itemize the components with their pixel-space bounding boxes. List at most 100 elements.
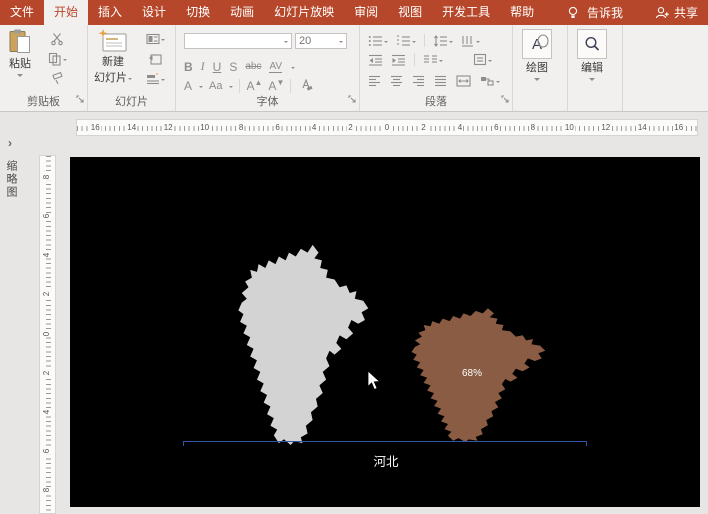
line-spacing-dropdown[interactable] xyxy=(449,41,453,45)
smartart-dropdown[interactable] xyxy=(496,81,500,85)
reset-button[interactable] xyxy=(146,51,164,66)
person-plus-icon xyxy=(655,6,670,20)
section-icon xyxy=(146,73,160,85)
grow-font-button[interactable]: A▲ xyxy=(246,78,262,93)
tab-5[interactable]: 动画 xyxy=(220,0,264,25)
layout-button[interactable] xyxy=(144,31,167,46)
tab-6[interactable]: 幻灯片放映 xyxy=(264,0,344,25)
text-direction-button[interactable] xyxy=(459,33,482,48)
tab-7[interactable]: 审阅 xyxy=(344,0,388,25)
scissors-icon xyxy=(50,32,64,46)
tell-me-button[interactable]: 告诉我 xyxy=(587,4,623,21)
paste-clipboard-icon xyxy=(8,29,32,55)
align-center-icon xyxy=(390,75,403,87)
paragraph-dialog-launcher[interactable] xyxy=(501,90,509,108)
numbering-button[interactable] xyxy=(394,33,418,48)
distribute-icon xyxy=(456,75,471,87)
font-size-combobox[interactable]: 20 xyxy=(295,33,347,49)
reset-icon xyxy=(148,52,162,66)
increase-indent-icon xyxy=(391,54,406,66)
font-group: 20 B I U S abc AV A Aa A▲ A▼ xyxy=(176,25,360,111)
text-shadow-button[interactable]: S xyxy=(229,60,237,74)
bullets-button[interactable] xyxy=(366,33,390,48)
thumbnails-pane-label[interactable]: 缩略图 xyxy=(3,160,19,199)
tab-4[interactable]: 切换 xyxy=(176,0,220,25)
columns-dropdown[interactable] xyxy=(439,60,443,64)
numbering-dropdown[interactable] xyxy=(412,41,416,45)
new-slide-dropdown[interactable] xyxy=(128,78,132,82)
underline-button[interactable]: U xyxy=(213,60,222,74)
copy-button[interactable] xyxy=(46,51,69,66)
columns-button[interactable] xyxy=(421,52,445,67)
font-color-dropdown[interactable] xyxy=(199,86,203,90)
clear-formatting-button[interactable] xyxy=(297,78,315,93)
editing-group: 编辑 xyxy=(568,25,623,111)
justify-button[interactable] xyxy=(432,73,449,88)
cut-button[interactable] xyxy=(48,31,66,46)
distribute-columns-button[interactable] xyxy=(454,73,473,88)
region-label[interactable]: 河北 xyxy=(336,451,436,470)
new-slide-button[interactable]: 新建 幻灯片 xyxy=(94,29,132,85)
character-spacing-button[interactable]: AV xyxy=(269,61,282,73)
tab-9[interactable]: 开发工具 xyxy=(432,0,500,25)
font-color-button[interactable]: A xyxy=(184,79,192,93)
percent-label[interactable]: 68% xyxy=(442,368,502,379)
change-case-dropdown[interactable] xyxy=(229,86,233,90)
copy-dropdown[interactable] xyxy=(63,59,67,63)
paragraph-group: 段落 xyxy=(360,25,513,111)
decrease-indent-button[interactable] xyxy=(366,52,385,67)
section-button[interactable] xyxy=(144,71,167,86)
drawing-button[interactable]: A 绘图 xyxy=(522,29,552,84)
tab-2[interactable]: 插入 xyxy=(88,0,132,25)
change-case-button[interactable]: Aa xyxy=(209,80,222,92)
justify-icon xyxy=(434,75,447,87)
paste-button[interactable]: 粘贴 xyxy=(8,29,32,80)
slide-canvas[interactable]: 68% 河北 xyxy=(70,157,700,507)
bullets-icon xyxy=(368,35,383,47)
bold-button[interactable]: B xyxy=(184,60,193,74)
align-text-button[interactable] xyxy=(471,52,494,67)
decrease-indent-icon xyxy=(368,54,383,66)
tab-1[interactable]: 开始 xyxy=(44,0,88,25)
format-painter-icon xyxy=(50,72,64,86)
horizontal-ruler-numbers: 1614121086420246810121416 xyxy=(77,120,697,135)
clipboard-dialog-launcher[interactable] xyxy=(76,90,84,108)
line-spacing-button[interactable] xyxy=(431,33,455,48)
slides-group: 新建 幻灯片 幻灯片 xyxy=(88,25,176,111)
tab-0[interactable]: 文件 xyxy=(0,0,44,25)
drawing-dropdown[interactable] xyxy=(534,78,540,84)
format-painter-button[interactable] xyxy=(48,71,66,86)
strikethrough-button[interactable]: abc xyxy=(245,61,261,72)
map-hebei-inactive-shape[interactable] xyxy=(235,243,370,445)
editing-dropdown[interactable] xyxy=(589,78,595,84)
section-dropdown[interactable] xyxy=(161,79,165,83)
copy-icon xyxy=(48,52,62,66)
expand-thumbnails-chevron-icon[interactable]: › xyxy=(8,136,12,150)
align-right-button[interactable] xyxy=(410,73,427,88)
share-button[interactable]: 共享 xyxy=(655,4,698,21)
smartart-icon xyxy=(480,75,495,87)
layout-dropdown[interactable] xyxy=(161,39,165,43)
tab-10[interactable]: 帮助 xyxy=(500,0,544,25)
shrink-font-button[interactable]: A▼ xyxy=(268,78,284,93)
ribbon-empty-area xyxy=(623,25,708,111)
italic-button[interactable]: I xyxy=(201,59,205,74)
line-spacing-icon xyxy=(433,35,448,47)
align-text-dropdown[interactable] xyxy=(488,60,492,64)
editing-button[interactable]: 编辑 xyxy=(577,29,607,84)
drawing-a-icon: A xyxy=(522,29,552,59)
tab-3[interactable]: 设计 xyxy=(132,0,176,25)
character-spacing-dropdown[interactable] xyxy=(291,67,295,71)
align-center-button[interactable] xyxy=(388,73,405,88)
workspace: 1614121086420246810121416 › 缩略图 86420246… xyxy=(0,112,708,514)
bullets-dropdown[interactable] xyxy=(384,41,388,45)
increase-indent-button[interactable] xyxy=(389,52,408,67)
align-left-button[interactable] xyxy=(366,73,383,88)
text-direction-dropdown[interactable] xyxy=(476,41,480,45)
tab-8[interactable]: 视图 xyxy=(388,0,432,25)
font-dialog-launcher[interactable] xyxy=(348,90,356,108)
baseline-bracket[interactable] xyxy=(183,441,587,446)
smartart-button[interactable] xyxy=(478,73,502,88)
paste-dropdown[interactable] xyxy=(17,74,23,80)
font-name-combobox[interactable] xyxy=(184,33,292,49)
